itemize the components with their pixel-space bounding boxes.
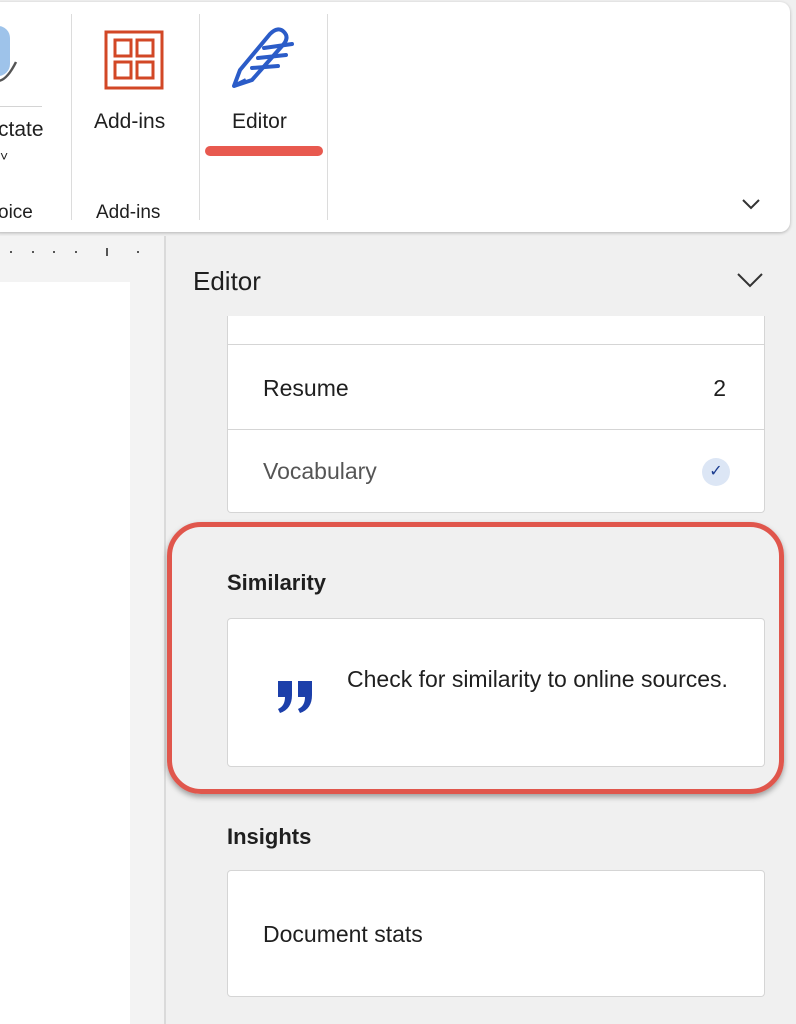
editor-pane-title: Editor [193, 266, 261, 296]
editor-button-label[interactable]: Editor [232, 110, 287, 134]
ruler [0, 236, 166, 282]
ribbon-separator [71, 14, 72, 220]
dictate-divider [0, 106, 42, 107]
document-stats-label: Document stats [263, 921, 423, 947]
microphone-icon [0, 26, 18, 82]
pane-options-chevron-icon[interactable] [736, 272, 764, 288]
ribbon-separator [327, 14, 328, 220]
ruler-tick [10, 251, 12, 253]
row-count: 2 [713, 375, 726, 401]
pane-border[interactable] [164, 236, 166, 1024]
ruler-tick [32, 251, 34, 253]
voice-group-label: oice [0, 202, 33, 223]
editor-pen-icon[interactable] [226, 24, 296, 92]
addins-icon[interactable] [104, 30, 164, 90]
list-item-vocabulary[interactable]: Vocabulary ✓ [228, 430, 764, 513]
dictate-chevron-icon[interactable]: ˅ [0, 148, 8, 164]
row-label: Resume [263, 375, 349, 401]
addins-button-label[interactable]: Add-ins [94, 110, 165, 134]
checkmark-icon: ✓ [702, 458, 730, 486]
list-item-resume[interactable]: Resume 2 [228, 345, 764, 429]
refinements-card: Resume 2 Vocabulary ✓ [227, 316, 765, 513]
ribbon-collapse-chevron-icon[interactable] [740, 196, 762, 212]
ruler-tick [53, 251, 55, 253]
row-label: Vocabulary [263, 458, 377, 484]
addins-group-label: Add-ins [96, 202, 161, 223]
ribbon-separator [199, 14, 200, 220]
insights-heading: Insights [227, 824, 312, 849]
document-page[interactable] [0, 282, 130, 1024]
insights-card[interactable]: Document stats [227, 870, 765, 997]
ruler-tick [106, 248, 108, 256]
editor-highlight-underline [205, 146, 323, 156]
ruler-tick [75, 251, 77, 253]
dictate-button-label[interactable]: ctate [0, 118, 44, 142]
similarity-highlight-box [167, 522, 784, 794]
ruler-tick [137, 251, 139, 253]
document-gutter [130, 282, 164, 1024]
